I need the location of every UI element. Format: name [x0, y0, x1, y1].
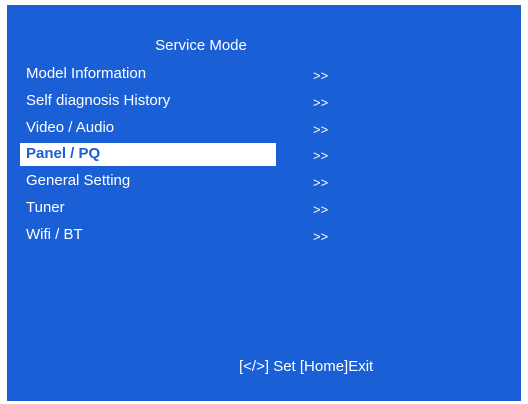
key-hint-footer: [</>] Set [Home]Exit: [239, 358, 374, 375]
menu-item-self-diagnosis-history[interactable]: Self diagnosis History >>: [20, 89, 350, 116]
submenu-arrow: >>: [313, 68, 329, 83]
menu-item-model-information[interactable]: Model Information >>: [20, 62, 350, 89]
menu-item-label: Panel / PQ: [26, 145, 101, 163]
submenu-arrow: >>: [313, 228, 329, 244]
menu-item-wifi-bt[interactable]: Wifi / BT >>: [20, 223, 350, 250]
menu-item-label: Tuner: [26, 198, 65, 216]
service-menu: Model Information >> Self diagnosis Hist…: [20, 62, 350, 250]
menu-item-general-setting[interactable]: General Setting >>: [20, 169, 350, 196]
menu-item-panel-pq[interactable]: Panel / PQ >>: [20, 142, 350, 169]
submenu-arrow: >>: [313, 94, 329, 110]
menu-title: Service Mode: [155, 37, 247, 54]
menu-item-label: Model Information: [26, 65, 147, 82]
menu-item-video-audio[interactable]: Video / Audio >>: [20, 116, 350, 143]
submenu-arrow: >>: [313, 175, 329, 191]
menu-item-tuner[interactable]: Tuner >>: [20, 196, 350, 223]
menu-item-label: Wifi / BT: [26, 225, 83, 243]
menu-item-label: Self diagnosis History: [26, 91, 171, 109]
submenu-arrow: >>: [313, 148, 329, 164]
submenu-arrow: >>: [313, 201, 329, 217]
menu-item-label: Video / Audio: [26, 118, 115, 136]
menu-item-label: General Setting: [26, 172, 131, 190]
submenu-arrow: >>: [313, 121, 329, 137]
service-mode-screen: Service Mode Model Information >> Self d…: [7, 5, 521, 401]
